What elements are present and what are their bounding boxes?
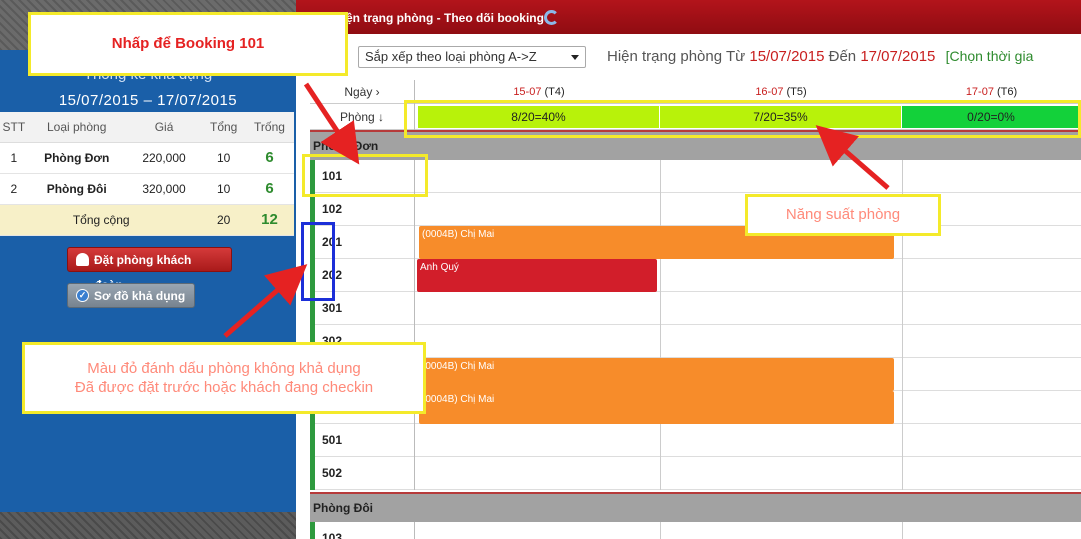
room-number-cell[interactable]: 502 [310, 457, 415, 490]
availability-date-range: 15/07/2015 – 17/07/2015 [58, 92, 238, 109]
day-dow: (T4) [544, 86, 565, 98]
row-price: 220,000 [125, 142, 203, 174]
to-date: 17/07/2015 [860, 48, 936, 65]
row-total: 10 [202, 142, 245, 174]
room-row: 501 [310, 424, 1081, 457]
total-free: 12 [244, 204, 294, 236]
row-price: 320,000 [125, 173, 203, 205]
availability-header-row: STT Loại phòng Giá Tổng Trống [0, 112, 294, 143]
choose-time-link[interactable]: [Chọn thời gia [946, 48, 1034, 64]
refresh-icon[interactable] [544, 10, 559, 25]
day-label: Ngày [344, 85, 373, 99]
booking-block[interactable]: Anh Quý [417, 259, 657, 292]
col-room-type: Loại phòng [27, 112, 126, 143]
red-rooms-highlight-box [301, 222, 335, 301]
booking-grid: Ngày › 15-07 (T4) 16-07 (T5) 17-07 (T6) … [310, 80, 1081, 539]
panel-pattern-bottom [0, 512, 296, 539]
group-booking-button[interactable]: Đặt phòng khách đoàn [67, 247, 232, 292]
col-stt: STT [0, 112, 28, 143]
room-day-slots[interactable] [418, 522, 1081, 539]
room-row: 102 [310, 193, 1081, 226]
col-free: Trống [244, 112, 294, 143]
room-row: 201 (0004B) Chị Mai [310, 226, 1081, 259]
availability-panel: Thống kê khả dụng 15/07/2015 – 17/07/201… [0, 0, 296, 539]
booking-block[interactable]: (0004B) Chị Mai [419, 358, 894, 391]
status-line: Hiện trạng phòng Từ 15/07/2015 Đến 17/07… [607, 48, 1033, 65]
chevron-down-icon [571, 55, 579, 60]
room-row: 103 [310, 522, 1081, 539]
room-number-cell[interactable]: 103 [310, 522, 415, 539]
row-room-type: Phòng Đơn [27, 142, 126, 174]
day-dow: (T6) [997, 86, 1018, 98]
row-total: 10 [202, 173, 245, 205]
room-day-slots[interactable] [418, 325, 1081, 358]
table-row: 1 Phòng Đơn 220,000 10 6 [0, 142, 294, 174]
sort-select[interactable]: Sắp xếp theo loại phòng A->Z [358, 46, 586, 68]
room-row: 502 [310, 457, 1081, 490]
day-dow: (T5) [786, 86, 807, 98]
room-day-slots[interactable] [418, 424, 1081, 457]
callout-red-line-2: Đã được đặt trước hoặc khách đang checki… [74, 379, 374, 396]
room-sort-label[interactable]: Phòng ↓ [310, 104, 415, 130]
room-day-slots[interactable] [418, 457, 1081, 490]
user-icon [76, 253, 89, 266]
total-row: Tổng cộng 20 12 [0, 204, 294, 236]
room-day-slots[interactable] [418, 292, 1081, 325]
sort-select-value: Sắp xếp theo loại phòng A->Z [365, 49, 537, 64]
availability-map-label: Sơ đồ khả dụng [94, 289, 186, 303]
status-prefix: Hiện trạng phòng Từ [607, 48, 746, 65]
day-date: 16-07 [755, 86, 784, 98]
total-count: 20 [202, 204, 245, 236]
row-stt: 2 [0, 173, 28, 205]
room-101-highlight-box [302, 154, 428, 197]
availability-map-button[interactable]: ✓ Sơ đồ khả dụng [67, 283, 195, 308]
callout-red-rooms: Màu đỏ đánh dấu phòng không khả dụng Đã … [22, 342, 426, 414]
row-free: 6 [244, 173, 294, 205]
chevron-right-icon: › [375, 85, 380, 99]
room-row: 301 [310, 292, 1081, 325]
row-free: 6 [244, 142, 294, 174]
occupancy-highlight-box [404, 100, 1081, 138]
col-total: Tổng [202, 112, 245, 143]
room-day-slots[interactable] [418, 160, 1081, 193]
check-icon: ✓ [76, 289, 89, 302]
callout-red-line-1: Màu đỏ đánh dấu phòng không khả dụng [87, 360, 361, 377]
page-title: Hiện trạng phòng - Theo dõi booking [334, 11, 544, 25]
room-row: 202 Anh Quý [310, 259, 1081, 292]
header-bar: Hiện trạng phòng - Theo dõi booking [296, 0, 1081, 34]
callout-occupancy-rate: Năng suất phòng [745, 194, 941, 236]
to-word: Đến [828, 48, 857, 65]
day-header-label: Ngày › [310, 80, 415, 104]
from-date: 15/07/2015 [749, 48, 825, 65]
section-double-rooms: Phòng Đôi [310, 492, 1081, 522]
total-label: Tổng cộng [0, 204, 203, 236]
availability-table: STT Loại phòng Giá Tổng Trống 1 Phòng Đơ… [0, 112, 294, 236]
table-row: 2 Phòng Đôi 320,000 10 6 [0, 173, 294, 205]
row-room-type: Phòng Đôi [27, 173, 126, 205]
callout-click-to-book: Nhấp để Booking 101 [28, 12, 348, 76]
day-date: 17-07 [965, 86, 994, 98]
day-date: 15-07 [513, 86, 542, 98]
booking-block[interactable]: (0004B) Chị Mai [419, 391, 894, 424]
row-stt: 1 [0, 142, 28, 174]
room-number-cell[interactable]: 501 [310, 424, 415, 457]
col-price: Giá [125, 112, 203, 143]
app-root: Thống kê khả dụng 15/07/2015 – 17/07/201… [0, 0, 1081, 539]
